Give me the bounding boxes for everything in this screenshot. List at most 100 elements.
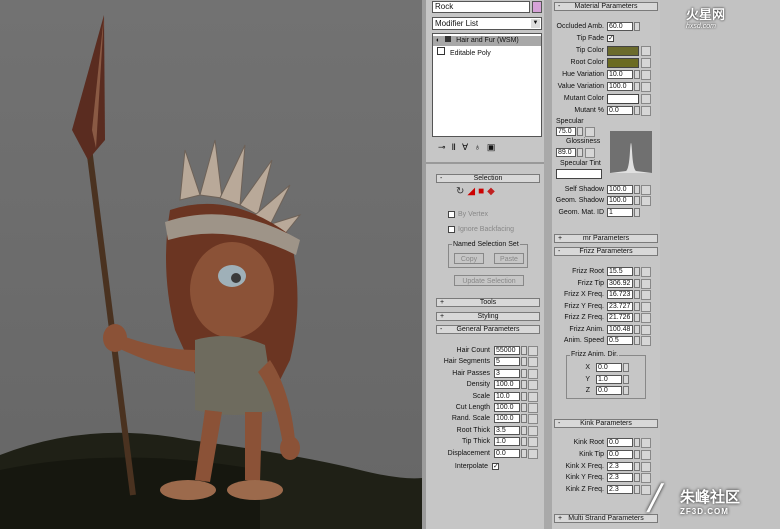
anim-speed-spinner[interactable] bbox=[634, 336, 640, 345]
chevron-down-icon[interactable]: ▼ bbox=[531, 19, 540, 28]
stack-expand-icon[interactable] bbox=[445, 36, 452, 42]
mutant-percent-spinner[interactable] bbox=[634, 106, 640, 115]
hair-segments-map-button[interactable] bbox=[528, 357, 538, 368]
rand-scale-spinner[interactable] bbox=[521, 414, 527, 424]
frizz-y-freq-spinner[interactable] bbox=[634, 301, 640, 311]
render-viewport[interactable] bbox=[0, 0, 422, 529]
frizz-dir-x-field[interactable]: 0.0 bbox=[596, 363, 622, 372]
anim-speed-field[interactable]: 0.5 bbox=[607, 336, 633, 345]
frizz-z-freq-field[interactable]: 21.726 bbox=[607, 313, 633, 322]
frizz-y-freq-map-button[interactable] bbox=[641, 301, 651, 312]
frizz-parameters-rollout-header[interactable]: - Frizz Parameters bbox=[554, 247, 658, 256]
frizz-anim-field[interactable]: 100.48 bbox=[607, 324, 633, 334]
mutant-color-swatch[interactable] bbox=[607, 94, 639, 104]
guide-segment-icon[interactable]: ◢ bbox=[467, 186, 478, 197]
root-color-map-button[interactable] bbox=[641, 58, 651, 68]
frizz-tip-field[interactable]: 306.92 bbox=[607, 278, 633, 288]
tools-rollout-header[interactable]: + Tools bbox=[436, 298, 540, 307]
stack-item-editable-poly[interactable]: Editable Poly bbox=[433, 47, 541, 57]
kink-y-freq-map-button[interactable] bbox=[641, 473, 651, 484]
value-variation-map-button[interactable] bbox=[641, 82, 651, 92]
stack-item-hair-and-fur[interactable]: ◐ Hair and Fur (WSM) bbox=[433, 36, 541, 46]
kink-z-freq-spinner[interactable] bbox=[634, 485, 640, 495]
geom-shadow-map-button[interactable] bbox=[641, 196, 651, 206]
geom-shadow-spinner[interactable] bbox=[634, 196, 640, 205]
geom-shadow-field[interactable]: 100.0 bbox=[607, 196, 633, 205]
tip-thick-spinner[interactable] bbox=[521, 437, 527, 447]
frizz-tip-map-button[interactable] bbox=[641, 278, 651, 289]
mutant-color-map-button[interactable] bbox=[641, 94, 651, 104]
frizz-root-spinner[interactable] bbox=[634, 267, 640, 276]
styling-rollout-header[interactable]: + Styling bbox=[436, 312, 540, 321]
value-variation-field[interactable]: 100.0 bbox=[607, 82, 633, 91]
object-name-field[interactable]: Rock bbox=[432, 1, 530, 13]
by-vertex-checkbox[interactable] bbox=[448, 211, 455, 218]
hair-passes-field[interactable]: 3 bbox=[494, 368, 520, 378]
kink-root-field[interactable]: 0.0 bbox=[607, 438, 633, 447]
self-shadow-map-button[interactable] bbox=[641, 185, 651, 195]
frizz-dir-y-spinner[interactable] bbox=[623, 374, 629, 384]
kink-tip-spinner[interactable] bbox=[634, 449, 640, 459]
density-spinner[interactable] bbox=[521, 380, 527, 390]
frizz-x-freq-field[interactable]: 16.723 bbox=[607, 290, 633, 299]
density-field[interactable]: 100.0 bbox=[494, 380, 520, 390]
frizz-x-freq-spinner[interactable] bbox=[634, 290, 640, 299]
frizz-y-freq-field[interactable]: 23.727 bbox=[607, 301, 633, 311]
cut-length-map-button[interactable] bbox=[528, 403, 538, 413]
copy-button[interactable]: Copy bbox=[454, 253, 484, 264]
frizz-x-freq-map-button[interactable] bbox=[641, 290, 651, 300]
tip-thick-map-button[interactable] bbox=[528, 437, 538, 448]
tip-fade-checkbox[interactable]: ✓ bbox=[607, 35, 614, 42]
occluded-amb-field[interactable]: 60.0 bbox=[607, 22, 633, 31]
kink-x-freq-field[interactable]: 2.3 bbox=[607, 461, 633, 471]
scale-map-button[interactable] bbox=[528, 391, 538, 402]
hair-passes-map-button[interactable] bbox=[528, 368, 538, 379]
specular-map-button[interactable] bbox=[585, 127, 595, 137]
glossiness-field[interactable]: 89.0 bbox=[556, 148, 576, 157]
guide-element-icon[interactable]: ◆ bbox=[487, 186, 498, 197]
hair-segments-field[interactable]: 5 bbox=[494, 357, 520, 367]
hair-segments-spinner[interactable] bbox=[521, 357, 527, 367]
kink-tip-field[interactable]: 0.0 bbox=[607, 449, 633, 459]
glossiness-spinner[interactable] bbox=[577, 148, 583, 157]
specular-spinner[interactable] bbox=[577, 127, 583, 136]
mr-parameters-rollout-header[interactable]: + mr Parameters bbox=[554, 234, 658, 243]
kink-x-freq-map-button[interactable] bbox=[641, 461, 651, 472]
tip-thick-field[interactable]: 1.0 bbox=[494, 437, 520, 447]
cut-length-spinner[interactable] bbox=[521, 403, 527, 412]
root-thick-spinner[interactable] bbox=[521, 425, 527, 435]
root-thick-map-button[interactable] bbox=[528, 425, 538, 436]
stack-expand-icon[interactable] bbox=[437, 47, 445, 55]
material-parameters-rollout-header[interactable]: - Material Parameters bbox=[554, 2, 658, 11]
hair-count-spinner[interactable] bbox=[521, 346, 527, 355]
guide-select-icon[interactable]: ↻ bbox=[456, 186, 467, 197]
selection-rollout-header[interactable]: - Selection bbox=[436, 174, 540, 183]
configure-sets-icon[interactable]: ▣ bbox=[487, 142, 502, 152]
show-end-result-icon[interactable]: Ⅱ bbox=[452, 142, 462, 152]
value-variation-spinner[interactable] bbox=[634, 82, 640, 91]
scale-spinner[interactable] bbox=[521, 391, 527, 401]
frizz-root-field[interactable]: 15.5 bbox=[607, 267, 633, 276]
geom-mat-id-field[interactable]: 1 bbox=[607, 208, 633, 217]
self-shadow-spinner[interactable] bbox=[634, 185, 640, 194]
hair-passes-spinner[interactable] bbox=[521, 368, 527, 378]
frizz-anim-map-button[interactable] bbox=[641, 324, 651, 335]
lightbulb-icon[interactable]: ◐ bbox=[436, 37, 440, 44]
anim-speed-map-button[interactable] bbox=[641, 336, 651, 346]
ignore-backfacing-checkbox[interactable] bbox=[448, 226, 455, 233]
frizz-dir-z-field[interactable]: 0.0 bbox=[596, 386, 622, 395]
kink-y-freq-spinner[interactable] bbox=[634, 473, 640, 483]
hue-variation-spinner[interactable] bbox=[634, 70, 640, 79]
frizz-anim-spinner[interactable] bbox=[634, 324, 640, 334]
kink-root-map-button[interactable] bbox=[641, 438, 651, 448]
root-thick-field[interactable]: 3.5 bbox=[494, 425, 520, 435]
rand-scale-map-button[interactable] bbox=[528, 414, 538, 425]
specular-tint-swatch[interactable] bbox=[556, 169, 602, 179]
pin-stack-icon[interactable]: ⊸ bbox=[438, 142, 452, 152]
cut-length-field[interactable]: 100.0 bbox=[494, 403, 520, 412]
update-selection-button[interactable]: Update Selection bbox=[454, 275, 524, 286]
displacement-field[interactable]: 0.0 bbox=[494, 448, 520, 458]
mutant-percent-map-button[interactable] bbox=[641, 106, 651, 116]
object-color-swatch[interactable] bbox=[532, 1, 542, 13]
kink-parameters-rollout-header[interactable]: - Kink Parameters bbox=[554, 419, 658, 428]
